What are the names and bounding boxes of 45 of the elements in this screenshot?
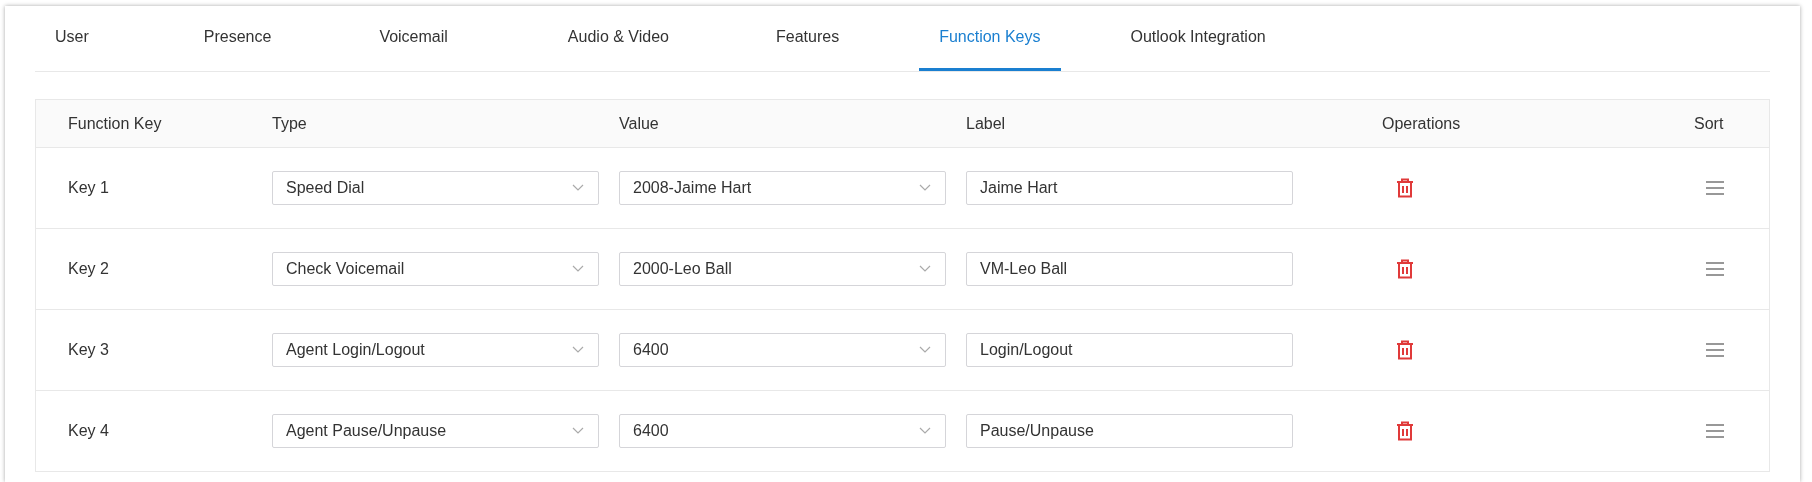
tab[interactable]: User: [35, 6, 109, 71]
delete-icon[interactable]: [1396, 340, 1414, 360]
chevron-down-icon: [919, 184, 931, 192]
chevron-down-icon: [572, 346, 584, 354]
drag-handle-icon[interactable]: [1706, 342, 1724, 358]
column-header: Label: [966, 114, 1007, 133]
column-header: Operations: [1382, 114, 1462, 133]
chevron-down-icon: [919, 265, 931, 273]
type-select[interactable]: Agent Pause/Unpause: [272, 414, 599, 448]
value-select[interactable]: 2000-Leo Ball: [619, 252, 946, 286]
type-select[interactable]: Agent Login/Logout: [272, 333, 599, 367]
value-select[interactable]: 2008-Jaime Hart: [619, 171, 946, 205]
key-name: Key 4: [68, 422, 110, 440]
key-name: Key 2: [68, 260, 110, 278]
drag-handle-icon[interactable]: [1706, 423, 1724, 439]
label-input[interactable]: Login/Logout: [966, 333, 1293, 367]
chevron-down-icon: [919, 427, 931, 435]
value-select[interactable]: 6400: [619, 333, 946, 367]
tab[interactable]: Function Keys: [919, 6, 1061, 71]
column-header: Value: [619, 114, 660, 133]
chevron-down-icon: [572, 265, 584, 273]
type-select[interactable]: Speed Dial: [272, 171, 599, 205]
chevron-down-icon: [919, 346, 931, 354]
tab[interactable]: Presence: [183, 6, 292, 71]
tab[interactable]: Voicemail: [359, 6, 468, 71]
drag-handle-icon[interactable]: [1706, 180, 1724, 196]
drag-handle-icon[interactable]: [1706, 261, 1724, 277]
chevron-down-icon: [572, 184, 584, 192]
tab[interactable]: Features: [756, 6, 860, 71]
chevron-down-icon: [572, 427, 584, 435]
key-name: Key 1: [68, 179, 110, 197]
tab[interactable]: Outlook Integration: [1110, 6, 1286, 71]
key-name: Key 3: [68, 341, 110, 359]
tab[interactable]: Audio & Video: [547, 6, 689, 71]
column-header: Function Key: [68, 114, 163, 133]
label-input[interactable]: VM-Leo Ball: [966, 252, 1293, 286]
label-input[interactable]: Pause/Unpause: [966, 414, 1293, 448]
delete-icon[interactable]: [1396, 178, 1414, 198]
type-select[interactable]: Check Voicemail: [272, 252, 599, 286]
label-input[interactable]: Jaime Hart: [966, 171, 1293, 205]
delete-icon[interactable]: [1396, 421, 1414, 441]
value-select[interactable]: 6400: [619, 414, 946, 448]
column-header: Sort: [1694, 114, 1725, 133]
delete-icon[interactable]: [1396, 259, 1414, 279]
column-header: Type: [272, 114, 308, 133]
